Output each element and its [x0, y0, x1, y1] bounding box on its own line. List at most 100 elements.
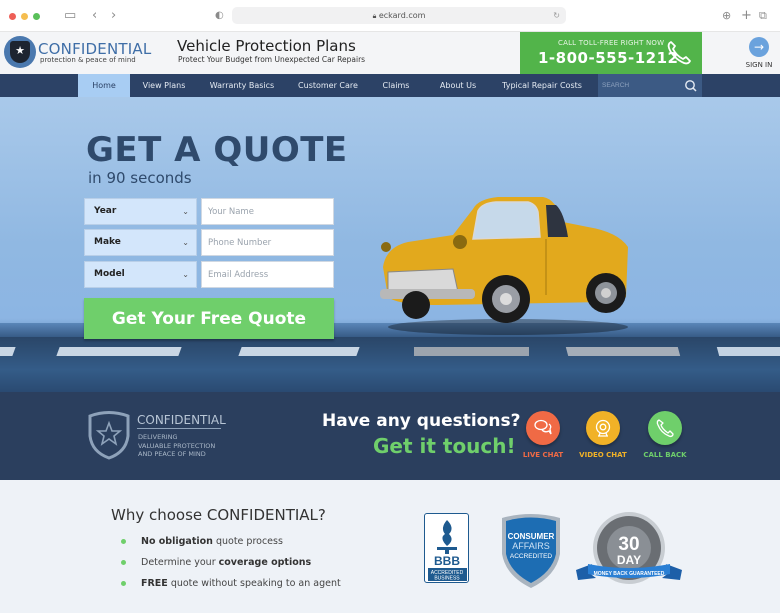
zoom-window-button[interactable]: [33, 13, 40, 20]
logo-shield-icon[interactable]: ★: [4, 36, 36, 68]
forward-icon[interactable]: ›: [111, 8, 116, 24]
badge-number: 30: [618, 534, 639, 555]
make-select[interactable]: Make ⌄: [84, 229, 197, 256]
live-chat-button[interactable]: LIVE CHAT: [513, 411, 573, 459]
nav-item-customer-care[interactable]: Customer Care: [291, 74, 365, 97]
year-select[interactable]: Year ⌄: [84, 198, 197, 225]
nav-item-home[interactable]: Home: [78, 74, 130, 97]
road-dash: [238, 347, 360, 356]
point-text: Determine your: [141, 557, 219, 568]
questions-heading: Have any questions?: [322, 411, 521, 431]
arrow-right-icon: →: [749, 37, 769, 57]
badge-unit: DAY: [617, 553, 641, 567]
divider: [137, 428, 221, 429]
logo-subtitle: protection & peace of mind: [40, 56, 136, 64]
band-tagline: DELIVERING VALUABLE PROTECTION AND PEACE…: [138, 433, 215, 459]
point-bold: coverage options: [218, 557, 312, 568]
live-chat-label: LIVE CHAT: [522, 451, 564, 459]
ca-line3: ACCREDITED: [510, 553, 553, 560]
model-select[interactable]: Model ⌄: [84, 261, 197, 288]
sidebar-toggle-icon[interactable]: ▭: [64, 8, 76, 24]
call-back-label: CALL BACK: [643, 451, 687, 459]
chevron-down-icon: ⌄: [182, 207, 189, 216]
contact-band: CONFIDENTIAL DELIVERING VALUABLE PROTECT…: [0, 392, 780, 480]
nav-item-warranty-basics[interactable]: Warranty Basics: [203, 74, 281, 97]
address-bar[interactable]: 🔒︎ eckard.com ↻: [232, 7, 566, 24]
bbb-sub2: BUSINESS: [434, 576, 460, 582]
bullet-icon: [121, 581, 126, 586]
hero-subtitle: in 90 seconds: [88, 169, 192, 187]
lock-icon: 🔒︎: [372, 12, 377, 20]
point-text: quote process: [212, 536, 283, 547]
back-icon[interactable]: ‹: [92, 8, 97, 24]
ca-line1: CONSUMER: [508, 532, 555, 541]
call-back-button[interactable]: CALL BACK: [635, 411, 695, 459]
point-bold: No obligation: [141, 536, 213, 547]
call-box[interactable]: CALL TOLL-FREE RIGHT NOW 1-800-555-1212: [520, 32, 702, 74]
search-input[interactable]: [602, 79, 682, 92]
consumer-affairs-badge[interactable]: CONSUMER AFFAIRS ACCREDITED: [498, 510, 564, 590]
phone-number[interactable]: 1-800-555-1212: [538, 49, 678, 67]
why-title: Why choose CONFIDENTIAL?: [111, 506, 326, 524]
tagline-subtitle: Protect Your Budget from Unexpected Car …: [178, 55, 366, 64]
browser-toolbar: ▭ ‹ › ◐ 🔒︎ eckard.com ↻ ⊕ + ⧉: [0, 0, 780, 32]
minimize-window-button[interactable]: [21, 13, 28, 20]
nav-item-view-plans[interactable]: View Plans: [135, 74, 193, 97]
video-chat-button[interactable]: VIDEO CHAT: [573, 411, 633, 459]
shield-star-icon: [88, 411, 130, 460]
phone-icon: [656, 419, 674, 438]
why-choose-section: Why choose CONFIDENTIAL? No obligation q…: [0, 480, 780, 613]
tagline-line: AND PEACE OF MIND: [138, 450, 206, 458]
tagline-line: DELIVERING: [138, 433, 178, 441]
badge-ribbon: MONEY BACK GUARANTEED: [594, 571, 665, 577]
close-window-button[interactable]: [9, 13, 16, 20]
video-chat-label: VIDEO CHAT: [579, 451, 627, 459]
point-bold: FREE: [141, 578, 168, 589]
sign-in-label: SIGN IN: [745, 61, 773, 69]
list-item: No obligation quote process: [121, 536, 341, 557]
tagline-line: VALUABLE PROTECTION: [138, 441, 216, 450]
model-select-label: Model: [94, 269, 125, 279]
road-dash: [56, 347, 182, 356]
phone-input[interactable]: [201, 229, 334, 256]
list-item: FREE quote without speaking to an agent: [121, 578, 341, 599]
url-text: eckard.com: [378, 11, 426, 20]
sign-in-button[interactable]: → SIGN IN: [740, 37, 778, 69]
nav-item-typical-repair-costs[interactable]: Typical Repair Costs: [496, 74, 588, 97]
new-tab-icon[interactable]: +: [741, 8, 752, 24]
name-input[interactable]: [201, 198, 334, 225]
road-dash: [716, 347, 780, 356]
phone-icon: [667, 41, 691, 65]
bbb-badge[interactable]: BBB ACCREDITED BUSINESS: [424, 513, 469, 583]
downloads-icon[interactable]: ⊕: [722, 8, 731, 24]
bbb-text: BBB: [434, 554, 460, 568]
get-free-quote-button[interactable]: Get Your Free Quote: [84, 298, 334, 339]
chevron-down-icon: ⌄: [182, 270, 189, 279]
tagline-title: Vehicle Protection Plans: [177, 37, 356, 55]
list-item: Determine your coverage options: [121, 557, 341, 578]
get-in-touch-heading: Get it touch!: [373, 434, 516, 458]
main-nav: Home View Plans Warranty Basics Customer…: [0, 74, 780, 97]
make-select-label: Make: [94, 237, 121, 247]
money-back-badge[interactable]: 30 DAY MONEY BACK GUARANTEED: [574, 510, 684, 590]
search-icon[interactable]: [684, 79, 697, 92]
chevron-down-icon: ⌄: [182, 238, 189, 247]
nav-item-about-us[interactable]: About Us: [430, 74, 486, 97]
email-input[interactable]: [201, 261, 334, 288]
hero-section: GET A QUOTE in 90 seconds Year ⌄ Make ⌄ …: [0, 97, 780, 392]
bullet-icon: [121, 560, 126, 565]
nav-item-claims[interactable]: Claims: [375, 74, 417, 97]
band-brand: CONFIDENTIAL: [137, 413, 226, 427]
reload-icon[interactable]: ↻: [553, 7, 560, 24]
yellow-car-image: [380, 197, 628, 335]
year-select-label: Year: [94, 206, 117, 216]
hero-title: GET A QUOTE: [86, 130, 348, 170]
ca-line2: AFFAIRS: [512, 541, 550, 551]
benefits-list: No obligation quote process Determine yo…: [121, 536, 341, 599]
tabs-overview-icon[interactable]: ⧉: [759, 8, 767, 24]
road-dash: [414, 347, 529, 356]
road-dash: [565, 347, 681, 356]
call-label: CALL TOLL-FREE RIGHT NOW: [558, 39, 665, 47]
point-text: quote without speaking to an agent: [167, 578, 341, 589]
privacy-shield-icon[interactable]: ◐: [215, 8, 224, 24]
